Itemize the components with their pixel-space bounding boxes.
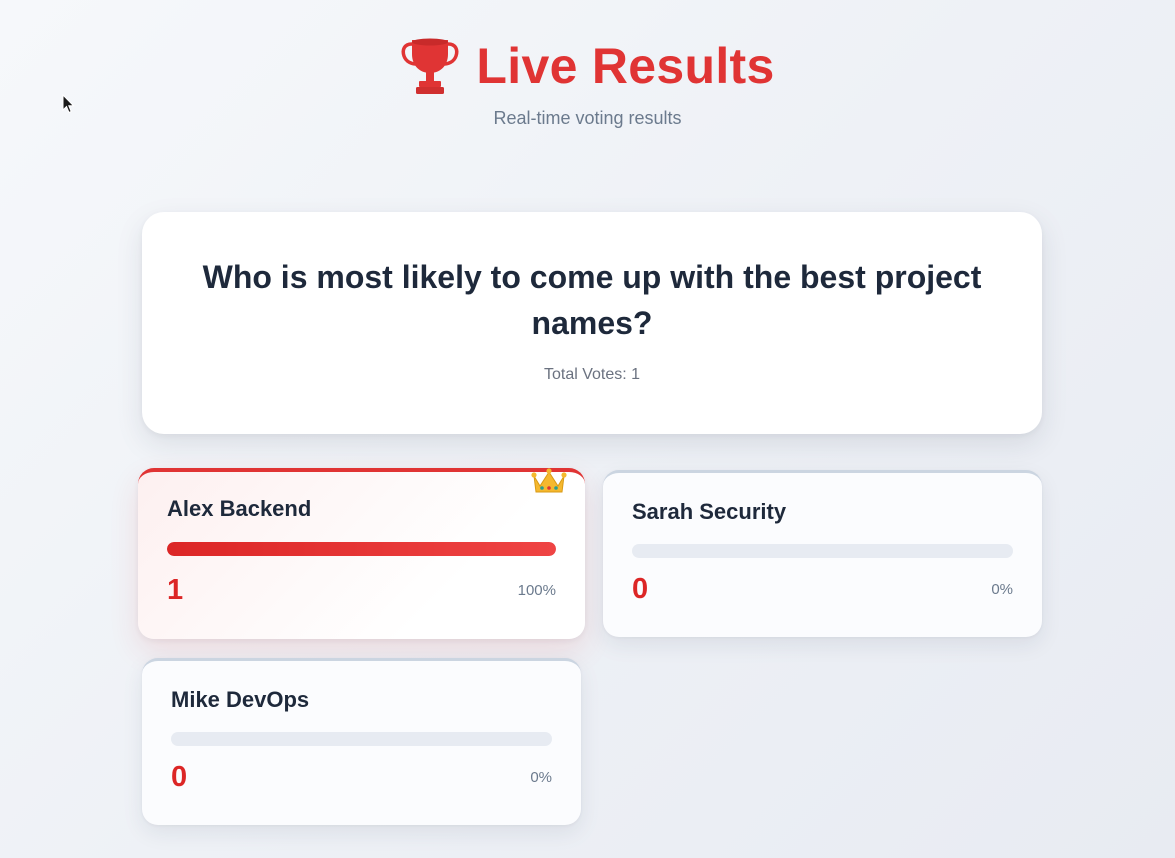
option-name: Mike DevOps bbox=[171, 687, 310, 712]
option-card-mike-devops[interactable]: Mike DevOps 0 0% bbox=[142, 658, 581, 825]
vote-bar-track bbox=[632, 544, 1013, 558]
page-header: Live Results Real-time voting results bbox=[0, 36, 1175, 129]
option-name: Alex Backend bbox=[167, 496, 312, 521]
total-votes: Total Votes: 1 bbox=[543, 366, 641, 383]
vote-percent: 0% bbox=[991, 581, 1013, 598]
vote-count: 1 bbox=[167, 574, 184, 606]
page-subtitle: Real-time voting results bbox=[493, 108, 682, 128]
option-stats: 0 0% bbox=[632, 573, 1013, 606]
option-name: Sarah Security bbox=[632, 499, 787, 524]
option-card-sarah-security[interactable]: Sarah Security 0 0% bbox=[603, 470, 1042, 637]
question-text: Who is most likely to come up with the b… bbox=[202, 259, 982, 341]
trophy-icon bbox=[401, 38, 459, 94]
vote-bar-fill bbox=[167, 542, 556, 556]
vote-bar-track bbox=[171, 732, 552, 746]
page-title: Live Results bbox=[476, 38, 775, 94]
option-stats: 0 0% bbox=[171, 761, 552, 794]
crown-icon bbox=[531, 468, 567, 493]
question-card: Who is most likely to come up with the b… bbox=[142, 212, 1042, 434]
vote-percent: 100% bbox=[517, 582, 556, 599]
title-row: Live Results bbox=[0, 36, 1175, 96]
option-stats: 1 100% bbox=[167, 574, 556, 607]
option-card-alex-backend[interactable]: Alex Backend 1 100% bbox=[138, 468, 585, 639]
vote-percent: 0% bbox=[530, 769, 552, 786]
vote-count: 0 bbox=[632, 573, 649, 605]
vote-bar-track bbox=[167, 542, 556, 556]
vote-count: 0 bbox=[171, 761, 188, 793]
